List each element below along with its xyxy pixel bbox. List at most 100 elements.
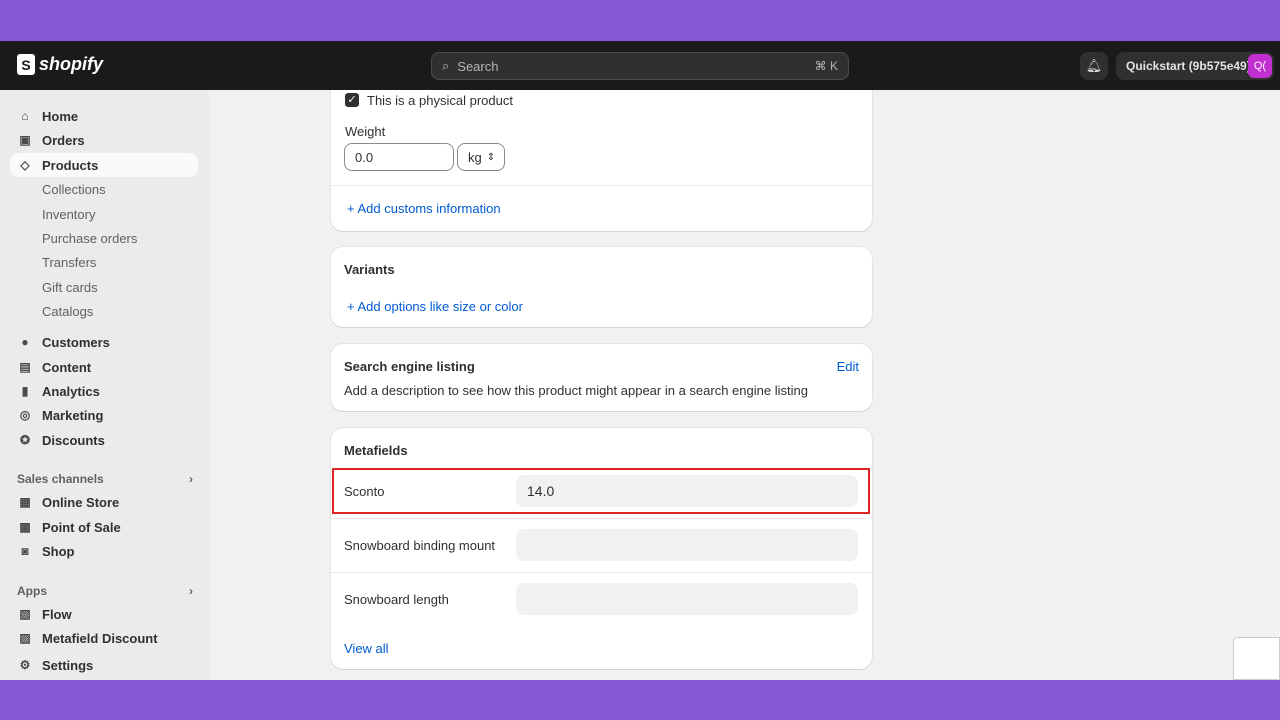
sales-channels-header[interactable]: Sales channels › bbox=[17, 472, 193, 486]
variants-card: Variants + Add options like size or colo… bbox=[331, 247, 872, 327]
label: Orders bbox=[42, 132, 85, 148]
unit-value: kg bbox=[468, 149, 482, 165]
metafield-label: Snowboard binding mount bbox=[344, 538, 496, 553]
sidebar-item-point-of-sale[interactable]: ▩ Point of Sale bbox=[10, 515, 198, 539]
search-input[interactable]: ⌕ Search ⌘ K bbox=[431, 52, 849, 80]
shopify-logo[interactable]: Sshopify bbox=[17, 54, 103, 75]
physical-product-checkbox[interactable]: ✓ bbox=[345, 93, 359, 107]
divider bbox=[331, 572, 872, 573]
sidebar-item-metafield-discount[interactable]: ▨ Metafield Discount bbox=[10, 626, 198, 650]
person-icon: ● bbox=[21, 335, 29, 349]
main-content: ✓ This is a physical product Weight 0.0 … bbox=[209, 90, 1280, 680]
physical-product-label: This is a physical product bbox=[367, 93, 513, 108]
sidebar-item-gift-cards[interactable]: Gift cards bbox=[10, 275, 198, 299]
sidebar-item-products[interactable]: ◇ Products bbox=[10, 153, 198, 177]
target-icon: ◎ bbox=[19, 408, 31, 422]
sidebar-item-purchase-orders[interactable]: Purchase orders bbox=[10, 226, 198, 250]
sidebar-item-discounts[interactable]: ✪ Discounts bbox=[10, 428, 198, 452]
search-shortcut: ⌘ K bbox=[814, 59, 838, 73]
label: Add customs information bbox=[357, 201, 501, 216]
frame-top bbox=[0, 0, 1280, 41]
label: Flow bbox=[42, 606, 72, 622]
sidebar-item-transfers[interactable]: Transfers bbox=[10, 250, 198, 274]
tag-icon: ◇ bbox=[20, 158, 30, 172]
sidebar-item-home[interactable]: ⌂ Home bbox=[10, 104, 198, 128]
weight-input[interactable]: 0.0 bbox=[344, 143, 454, 171]
sidebar-item-content[interactable]: ▤ Content bbox=[10, 355, 198, 379]
search-placeholder: Search bbox=[457, 58, 499, 74]
top-bar: Sshopify ⌕ Search ⌘ K 🔔︎ Quickstart (9b575… bbox=[0, 41, 1280, 90]
value: 14.0 bbox=[527, 483, 555, 499]
label: Point of Sale bbox=[42, 519, 121, 535]
metafield-input-sconto[interactable]: 14.0 bbox=[516, 475, 858, 507]
view-all-link[interactable]: View all bbox=[344, 641, 389, 656]
label: Sales channels bbox=[17, 472, 104, 486]
metafield-input-length[interactable] bbox=[516, 583, 858, 615]
divider bbox=[331, 185, 872, 186]
notifications-bell-icon[interactable]: 🔔︎ bbox=[1080, 52, 1108, 80]
content-icon: ▤ bbox=[19, 360, 31, 374]
label: Metafield Discount bbox=[42, 630, 158, 646]
avatar: Q( bbox=[1248, 54, 1272, 78]
sidebar-item-online-store[interactable]: ▦ Online Store bbox=[10, 490, 198, 514]
screenshot-thumbnail[interactable] bbox=[1233, 637, 1280, 680]
label: Products bbox=[42, 157, 99, 173]
sidebar: ⌂ Home ▣ Orders ◇ Products Collections Inve… bbox=[0, 90, 209, 680]
sidebar-item-flow[interactable]: ▧ Flow bbox=[10, 602, 198, 626]
discount-icon: ✪ bbox=[19, 433, 31, 447]
label: Add options like size or color bbox=[357, 299, 523, 314]
label: Transfers bbox=[42, 254, 97, 270]
label: Online Store bbox=[42, 494, 120, 510]
sidebar-item-orders[interactable]: ▣ Orders bbox=[10, 128, 198, 152]
home-icon: ⌂ bbox=[21, 109, 29, 123]
divider bbox=[331, 518, 872, 519]
label: Purchase orders bbox=[42, 230, 138, 246]
search-icon: ⌕ bbox=[442, 58, 450, 73]
chevron-right-icon: › bbox=[189, 584, 193, 598]
label: Discounts bbox=[42, 432, 105, 448]
apps-header[interactable]: Apps › bbox=[17, 584, 193, 598]
store-icon: ▦ bbox=[19, 495, 31, 509]
chevron-right-icon: › bbox=[189, 472, 193, 486]
sidebar-item-marketing[interactable]: ◎ Marketing bbox=[10, 403, 198, 427]
select-arrows-icon: ⇕ bbox=[486, 151, 496, 163]
sidebar-item-analytics[interactable]: ▮ Analytics bbox=[10, 379, 198, 403]
store-name: Quickstart (9b575e49) bbox=[1126, 59, 1251, 73]
label: Customers bbox=[42, 334, 110, 350]
brand-name: shopify bbox=[39, 54, 104, 74]
metafield-input-binding-mount[interactable] bbox=[516, 529, 858, 561]
frame-bottom bbox=[0, 680, 1280, 720]
add-customs-link[interactable]: + Add customs information bbox=[347, 201, 501, 216]
flow-icon: ▧ bbox=[19, 607, 31, 621]
sidebar-item-shop[interactable]: ◙ Shop bbox=[10, 539, 198, 563]
seo-edit-link[interactable]: Edit bbox=[837, 359, 859, 374]
shop-icon: ◙ bbox=[21, 544, 29, 558]
label: Marketing bbox=[42, 407, 104, 423]
label: Catalogs bbox=[42, 303, 94, 319]
metafields-card: Metafields Sconto 14.0 Snowboard binding… bbox=[331, 428, 872, 669]
shipping-card: ✓ This is a physical product Weight 0.0 … bbox=[331, 90, 872, 231]
sidebar-item-settings[interactable]: ⚙ Settings bbox=[10, 653, 198, 677]
weight-value: 0.0 bbox=[355, 149, 374, 165]
sidebar-item-collections[interactable]: Collections bbox=[10, 177, 198, 201]
sidebar-item-customers[interactable]: ● Customers bbox=[10, 330, 198, 354]
label: Home bbox=[42, 108, 79, 124]
variants-title: Variants bbox=[344, 262, 395, 277]
store-menu-button[interactable]: Quickstart (9b575e49) Q( bbox=[1116, 52, 1274, 80]
label: Settings bbox=[42, 657, 94, 673]
weight-label: Weight bbox=[345, 124, 386, 139]
label: Gift cards bbox=[42, 279, 98, 295]
app-icon: ▨ bbox=[19, 631, 31, 645]
label: Content bbox=[42, 359, 92, 375]
weight-unit-select[interactable]: kg ⇕ bbox=[457, 143, 505, 171]
sidebar-item-catalogs[interactable]: Catalogs bbox=[10, 299, 198, 323]
inbox-icon: ▣ bbox=[19, 133, 31, 147]
seo-card: Search engine listing Edit Add a descrip… bbox=[331, 344, 872, 411]
add-options-link[interactable]: + Add options like size or color bbox=[347, 299, 523, 314]
pos-icon: ▩ bbox=[19, 520, 31, 534]
shopify-bag-icon: S bbox=[17, 54, 35, 75]
sidebar-item-inventory[interactable]: Inventory bbox=[10, 202, 198, 226]
bar-chart-icon: ▮ bbox=[21, 384, 29, 398]
label: Analytics bbox=[42, 383, 100, 399]
metafields-title: Metafields bbox=[344, 443, 408, 458]
